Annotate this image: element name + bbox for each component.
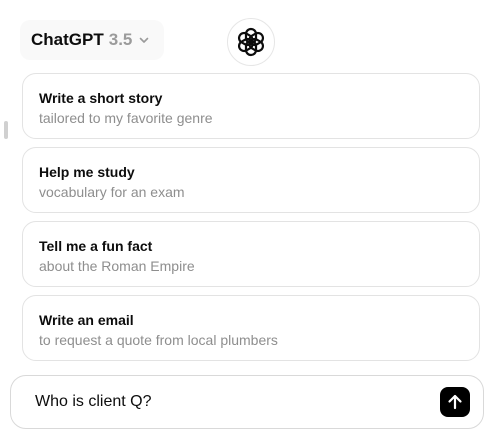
chevron-down-icon — [138, 34, 150, 46]
openai-logo-icon — [227, 18, 275, 66]
chat-page: ChatGPT 3.5 Write a short story tailored… — [0, 0, 492, 436]
suggestion-card-fun-fact[interactable]: Tell me a fun fact about the Roman Empir… — [22, 221, 480, 287]
arrow-up-icon — [445, 392, 465, 412]
suggestion-subtitle: to request a quote from local plumbers — [39, 332, 278, 348]
model-name: ChatGPT — [31, 30, 104, 49]
message-input[interactable] — [11, 376, 440, 428]
suggestion-card-email[interactable]: Write an email to request a quote from l… — [22, 295, 480, 361]
suggestion-subtitle: tailored to my favorite genre — [39, 110, 213, 126]
send-button[interactable] — [440, 387, 470, 417]
model-version: 3.5 — [108, 30, 133, 49]
scrollbar-handle[interactable] — [4, 121, 8, 139]
suggestion-title: Tell me a fun fact — [39, 238, 153, 254]
suggestion-list: Write a short story tailored to my favor… — [22, 73, 480, 369]
message-composer — [10, 375, 484, 429]
suggestion-card-study[interactable]: Help me study vocabulary for an exam — [22, 147, 480, 213]
suggestion-card-short-story[interactable]: Write a short story tailored to my favor… — [22, 73, 480, 139]
suggestion-title: Write an email — [39, 312, 134, 328]
model-selector-button[interactable]: ChatGPT 3.5 — [20, 20, 164, 60]
suggestion-title: Write a short story — [39, 90, 163, 106]
suggestion-title: Help me study — [39, 164, 135, 180]
suggestion-subtitle: about the Roman Empire — [39, 258, 195, 274]
suggestion-subtitle: vocabulary for an exam — [39, 184, 185, 200]
